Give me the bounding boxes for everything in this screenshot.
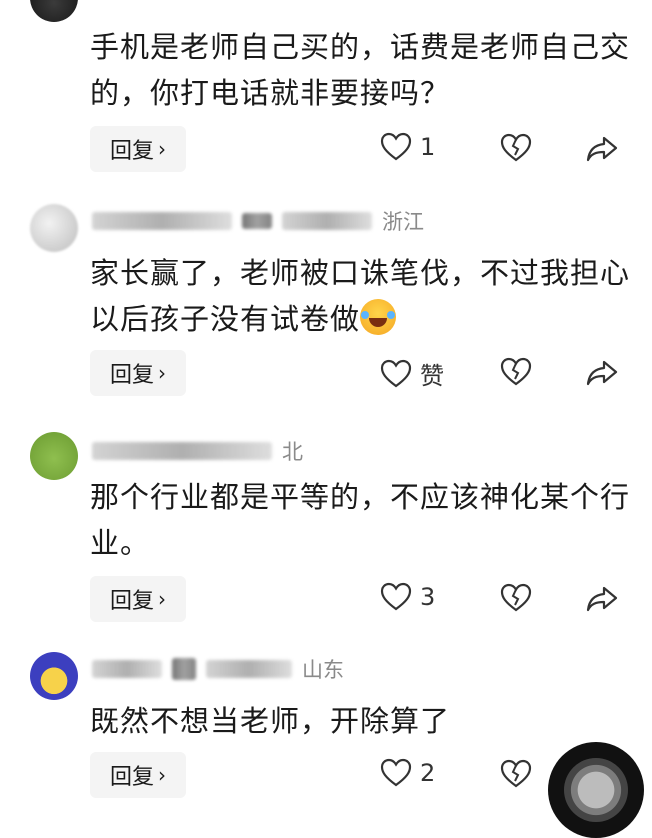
avatar[interactable] [30,204,78,252]
dislike-button[interactable] [500,583,532,617]
like-count: 3 [420,583,436,611]
username-blurred[interactable] [92,212,232,230]
blur-mask [242,213,272,229]
comment-actions: 3 [380,576,630,622]
heart-outline-icon [380,758,412,787]
reply-button[interactable]: 回复 › [90,126,186,172]
share-button[interactable] [586,135,618,167]
share-button[interactable] [586,585,618,617]
like-count: 1 [420,133,436,161]
avatar[interactable] [30,0,78,22]
reply-label: 回复 [109,589,154,614]
dislike-button[interactable] [500,357,532,391]
chevron-right-icon: › [158,361,166,385]
like-count: 2 [420,759,436,787]
like-button[interactable]: 赞 [380,356,444,391]
comment-text: 那个行业都是平等的，不应该神化某个行业。 [90,480,631,560]
comment-meta: 浙江 [92,206,424,236]
like-button[interactable]: 2 [380,758,435,788]
avatar[interactable] [30,652,78,700]
comment-text: 手机是老师自己买的，话费是老师自己交的，你打电话就非要接吗？ [90,30,631,110]
share-arrow-icon [586,360,618,386]
username-blurred[interactable] [92,442,272,460]
like-button[interactable]: 3 [380,582,435,612]
broken-heart-icon [500,583,532,612]
floating-ball-icon [564,758,628,822]
broken-heart-icon [500,759,532,788]
floating-ball-button[interactable] [548,742,644,838]
like-button[interactable]: 1 [380,132,435,162]
heart-outline-icon [380,582,412,611]
blur-mask [282,212,372,230]
chevron-right-icon: › [158,137,166,161]
comment-text: 既然不想当老师，开除算了 [90,704,451,738]
username-blurred[interactable] [92,660,162,678]
comment-text-content: 家长赢了，老师被口诛笔伐，不过我担心以后孩子没有试卷做 [90,256,631,336]
region-label: 山东 [302,658,344,682]
avatar[interactable] [30,432,78,480]
heart-outline-icon [380,359,412,387]
share-arrow-icon [586,136,618,162]
reply-button[interactable]: 回复 › [90,576,186,622]
comment-actions: 赞 [380,350,630,396]
share-arrow-icon [586,586,618,612]
reply-button[interactable]: 回复 › [90,752,186,798]
comment-meta: 山东 [92,654,344,684]
chevron-right-icon: › [158,587,166,611]
broken-heart-icon [500,357,532,386]
reply-label: 回复 [109,363,154,388]
blur-mask [172,658,196,680]
dislike-button[interactable] [500,759,532,793]
share-button[interactable] [586,359,618,391]
blur-mask [206,660,292,678]
comment-meta: 北 [92,436,303,466]
laughing-crying-emoji-icon [360,299,397,335]
chevron-right-icon: › [158,763,166,787]
like-count: 赞 [420,362,444,390]
comment-actions: 1 [380,126,630,172]
region-label: 浙江 [382,210,424,234]
dislike-button[interactable] [500,133,532,167]
heart-outline-icon [380,132,412,161]
comment-text: 家长赢了，老师被口诛笔伐，不过我担心以后孩子没有试卷做 [90,250,630,342]
reply-label: 回复 [109,139,154,164]
reply-button[interactable]: 回复 › [90,350,186,396]
reply-label: 回复 [109,765,154,790]
region-label: 北 [282,440,303,464]
broken-heart-icon [500,133,532,162]
